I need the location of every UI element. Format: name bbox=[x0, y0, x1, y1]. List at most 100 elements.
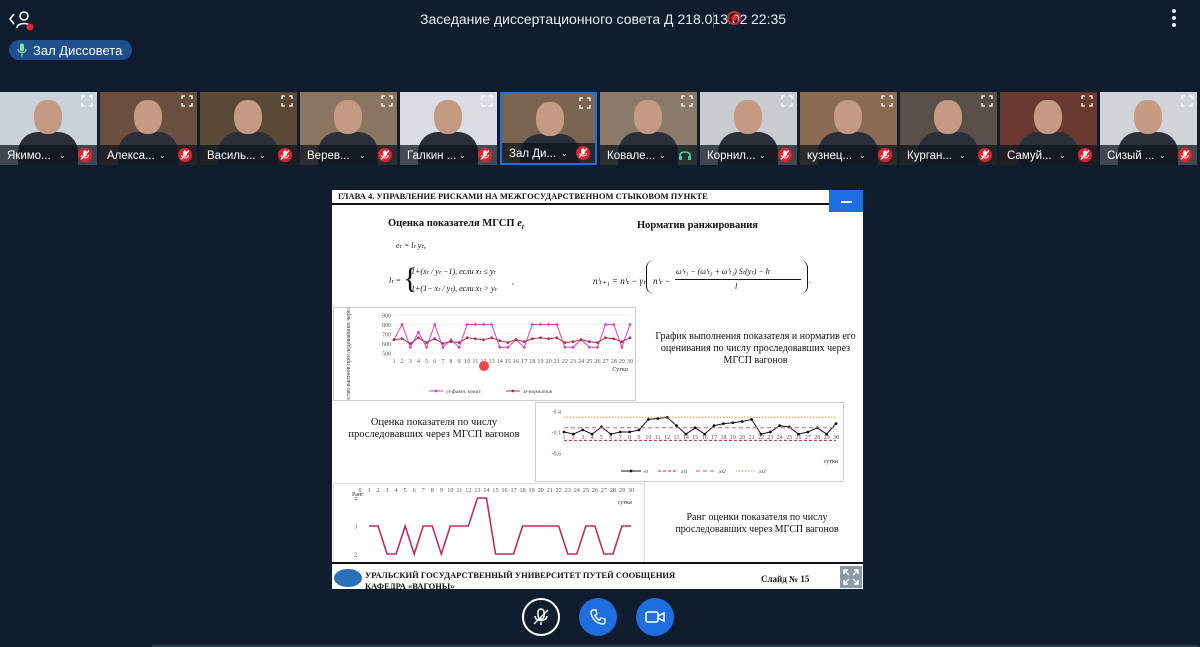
participant-head bbox=[1134, 100, 1162, 134]
fullscreen-button[interactable] bbox=[840, 566, 862, 588]
more-menu-button[interactable] bbox=[1170, 9, 1178, 29]
data-point bbox=[457, 341, 461, 344]
data-point bbox=[555, 336, 559, 340]
x-tick-label: 7 bbox=[422, 487, 425, 494]
x-tick-label: 20 bbox=[546, 358, 552, 365]
chevron-down-icon[interactable]: ⌄ bbox=[561, 149, 568, 158]
expand-icon[interactable] bbox=[381, 95, 393, 107]
expand-icon[interactable] bbox=[1081, 95, 1093, 107]
data-point bbox=[693, 426, 697, 430]
mute-button[interactable] bbox=[522, 598, 560, 636]
camera-button[interactable] bbox=[636, 598, 674, 636]
participant-tile[interactable]: Самуй... ⌄ bbox=[1000, 92, 1097, 165]
chevron-down-icon[interactable]: ⌄ bbox=[259, 151, 266, 160]
chevron-down-icon[interactable]: ⌄ bbox=[159, 151, 166, 160]
data-point bbox=[587, 340, 591, 343]
minimize-button[interactable] bbox=[829, 190, 863, 212]
room-badge[interactable]: Зал Диссовета bbox=[9, 40, 133, 60]
data-point bbox=[581, 428, 585, 432]
participant-tile[interactable]: кузнец... ⌄ bbox=[800, 92, 897, 165]
dot-icon bbox=[1172, 16, 1176, 20]
hangup-button[interactable] bbox=[579, 598, 617, 636]
x-tick-label: 11 bbox=[456, 487, 462, 494]
legend-label: xt1 bbox=[680, 469, 688, 475]
y-tick-label: -0.1 bbox=[552, 431, 562, 437]
x-tick-label: 11 bbox=[472, 358, 478, 365]
left-title: Оценка показателя МГСП et bbox=[388, 218, 524, 232]
participant-name: Василь... bbox=[207, 150, 256, 162]
x-tick-label: 22 bbox=[556, 487, 562, 494]
expand-icon[interactable] bbox=[881, 95, 893, 107]
chevron-down-icon[interactable]: ⌄ bbox=[1059, 151, 1066, 160]
x-tick-label: 5 bbox=[404, 487, 407, 494]
participant-head bbox=[834, 100, 862, 134]
data-point bbox=[587, 345, 591, 349]
legend-marker bbox=[434, 389, 438, 393]
footer-university: УРАЛЬСКИЙ ГОСУДАРСТВЕННЫЙ УНИВЕРСИТЕТ ПУ… bbox=[365, 570, 676, 580]
data-point bbox=[596, 345, 599, 349]
participant-tile[interactable]: Зал Ди... ⌄ bbox=[500, 92, 597, 165]
data-point bbox=[408, 345, 412, 349]
x-tick-label: 12 bbox=[465, 487, 471, 494]
data-point bbox=[425, 341, 428, 344]
participant-tile[interactable]: Алекса... ⌄ bbox=[100, 92, 197, 165]
participant-tile[interactable]: Верев... ⌄ bbox=[300, 92, 397, 165]
chevron-down-icon[interactable]: ⌄ bbox=[759, 151, 766, 160]
participant-name: Корнил... bbox=[707, 150, 756, 162]
expand-icon[interactable] bbox=[181, 95, 193, 107]
chevron-down-icon[interactable]: ⌄ bbox=[859, 151, 866, 160]
chevron-down-icon[interactable]: ⌄ bbox=[359, 151, 366, 160]
chevron-down-icon[interactable]: ⌄ bbox=[459, 151, 466, 160]
data-point bbox=[596, 341, 599, 344]
microphone-icon bbox=[17, 43, 27, 57]
chevron-down-icon[interactable]: ⌄ bbox=[59, 151, 66, 160]
participant-tile[interactable]: Корнил... ⌄ bbox=[700, 92, 797, 165]
data-point bbox=[433, 337, 437, 341]
data-point bbox=[547, 337, 551, 341]
expand-icon[interactable] bbox=[281, 95, 293, 107]
expand-icon[interactable] bbox=[681, 95, 693, 107]
data-point bbox=[612, 337, 616, 341]
data-point bbox=[768, 430, 772, 434]
participant-head bbox=[134, 100, 162, 134]
x-tick-label: 8 bbox=[431, 487, 434, 494]
expand-icon[interactable] bbox=[781, 95, 793, 107]
data-point bbox=[522, 345, 526, 349]
participant-tile[interactable]: Галкин ... ⌄ bbox=[400, 92, 497, 165]
slide-number: Слайд № 15 bbox=[761, 574, 810, 584]
rank-caption: Ранг оценки показателя по числу проследо… bbox=[675, 512, 839, 535]
chevron-down-icon[interactable]: ⌄ bbox=[1159, 151, 1166, 160]
expand-icon[interactable] bbox=[579, 97, 591, 109]
y-axis-label: Ранг bbox=[352, 492, 364, 498]
formula-l-prefix: lₜ = bbox=[389, 276, 401, 285]
participant-tile[interactable]: Якимо... ⌄ bbox=[0, 92, 97, 165]
expand-icon[interactable] bbox=[481, 95, 493, 107]
participant-tile[interactable]: Василь... ⌄ bbox=[200, 92, 297, 165]
participant-head bbox=[536, 102, 564, 136]
expand-icon[interactable] bbox=[1181, 95, 1193, 107]
data-point bbox=[647, 418, 650, 421]
participant-tile[interactable]: Сизый ... ⌄ bbox=[1100, 92, 1197, 165]
data-point bbox=[441, 342, 445, 345]
expand-icon[interactable] bbox=[981, 95, 993, 107]
participant-name: Галкин ... bbox=[407, 150, 457, 162]
expand-icon[interactable] bbox=[81, 95, 93, 107]
data-point bbox=[498, 345, 502, 349]
top-bar: Заседание диссертационного совета Д 218.… bbox=[0, 0, 1200, 40]
participant-name: Якимо... bbox=[7, 150, 51, 162]
x-tick-label: 20 bbox=[538, 487, 544, 494]
chevron-down-icon[interactable]: ⌄ bbox=[659, 151, 666, 160]
data-point bbox=[522, 340, 526, 343]
data-point bbox=[628, 323, 632, 326]
recording-icon[interactable] bbox=[727, 11, 741, 25]
x-tick-label: 26 bbox=[592, 487, 598, 494]
data-point bbox=[750, 418, 753, 421]
participant-tile[interactable]: Курган... ⌄ bbox=[900, 92, 997, 165]
x-tick-label: 17 bbox=[510, 487, 516, 494]
data-point bbox=[449, 340, 453, 343]
participant-tile[interactable]: Ковале... ⌄ bbox=[600, 92, 697, 165]
x-axis-label: сутки bbox=[618, 500, 633, 506]
chevron-down-icon[interactable]: ⌄ bbox=[959, 151, 966, 160]
participants-back-button[interactable] bbox=[8, 8, 36, 32]
x-tick-label: 1 bbox=[392, 358, 395, 365]
